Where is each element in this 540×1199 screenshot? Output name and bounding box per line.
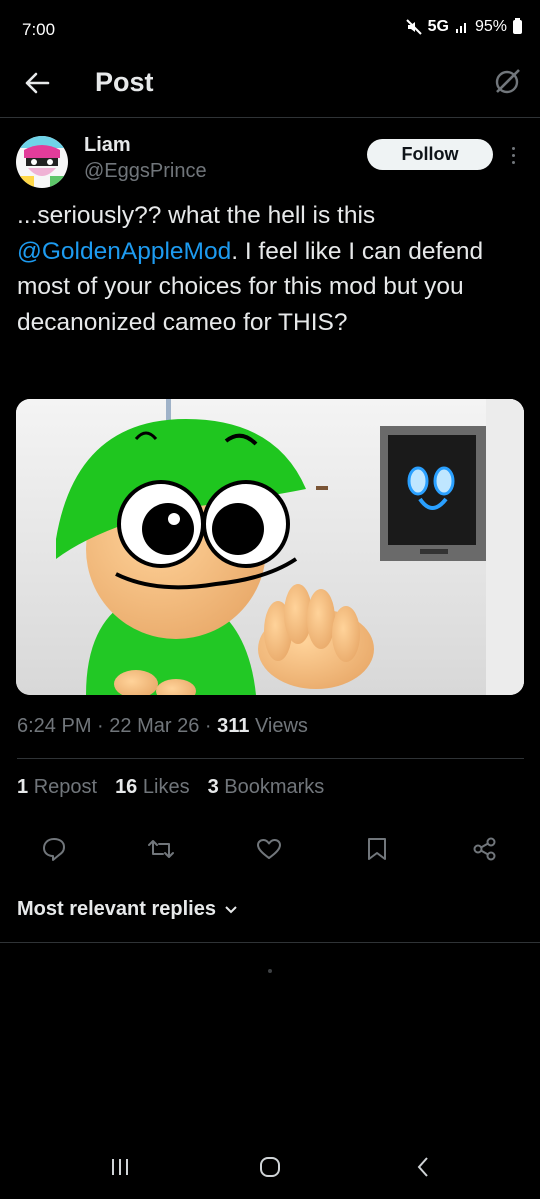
tweet-text-part: ...seriously?? what the hell is this	[17, 202, 376, 229]
grok-button[interactable]	[490, 64, 524, 98]
signal-icon	[455, 23, 466, 33]
header-divider	[0, 117, 540, 118]
follow-button[interactable]: Follow	[367, 139, 493, 170]
status-time: 7:00	[22, 20, 56, 39]
more-options-button[interactable]	[505, 142, 521, 168]
bookmarks-stat[interactable]: 3 Bookmarks	[208, 776, 325, 799]
repost-icon	[148, 840, 174, 858]
views-count: 311	[217, 715, 250, 737]
author-name[interactable]: Liam	[84, 134, 131, 157]
recent-apps-icon	[112, 1159, 128, 1175]
loading-indicator	[268, 969, 272, 973]
tweet-text: ...seriously?? what the hell is this @Go…	[17, 198, 527, 340]
home-icon	[260, 1157, 280, 1177]
replies-divider	[0, 942, 540, 943]
likes-stat[interactable]: 16 Likes	[115, 776, 190, 799]
meta-divider	[17, 758, 524, 759]
arrow-left-icon	[25, 72, 50, 94]
reply-button[interactable]	[39, 834, 69, 864]
chevron-down-icon	[225, 905, 237, 913]
status-indicators: 5G 95%	[405, 18, 522, 36]
recent-apps-button[interactable]	[100, 1152, 140, 1182]
more-dot-icon	[511, 160, 515, 164]
sort-replies-label: Most relevant replies	[17, 898, 216, 920]
share-icon	[473, 837, 496, 861]
sort-replies-dropdown[interactable]: Most relevant replies	[17, 898, 238, 921]
reposts-stat[interactable]: 1 Repost	[17, 776, 97, 799]
bookmark-icon	[368, 838, 386, 860]
author-handle[interactable]: @EggsPrince	[84, 160, 207, 183]
avatar[interactable]	[16, 136, 68, 188]
reply-icon	[43, 838, 65, 861]
grok-icon	[495, 69, 520, 94]
tweet-meta: 6:24 PM · 22 Mar 26 · 311 Views	[17, 715, 308, 737]
more-dot-icon	[511, 146, 515, 150]
views-label: Views	[254, 715, 308, 737]
like-button[interactable]	[254, 834, 284, 864]
home-button[interactable]	[250, 1152, 290, 1182]
tweet-time: 6:24 PM	[17, 715, 92, 737]
mention-link[interactable]: @GoldenAppleMod	[17, 238, 231, 265]
battery-icon	[513, 18, 522, 34]
tweet-image[interactable]	[16, 399, 524, 695]
back-button[interactable]	[20, 66, 54, 100]
like-icon	[257, 839, 281, 859]
tweet-stats: 1 Repost 16 Likes 3 Bookmarks	[17, 776, 324, 799]
more-dot-icon	[511, 153, 515, 157]
network-label: 5G	[427, 18, 449, 35]
back-nav-button[interactable]	[403, 1152, 443, 1182]
back-nav-icon	[417, 1157, 428, 1177]
share-button[interactable]	[470, 834, 500, 864]
page-title: Post	[95, 67, 154, 97]
mute-icon	[405, 19, 422, 35]
bookmark-button[interactable]	[362, 834, 392, 864]
battery-percent: 95%	[474, 18, 507, 35]
tweet-date: 22 Mar 26	[109, 715, 200, 737]
repost-button[interactable]	[146, 834, 176, 864]
